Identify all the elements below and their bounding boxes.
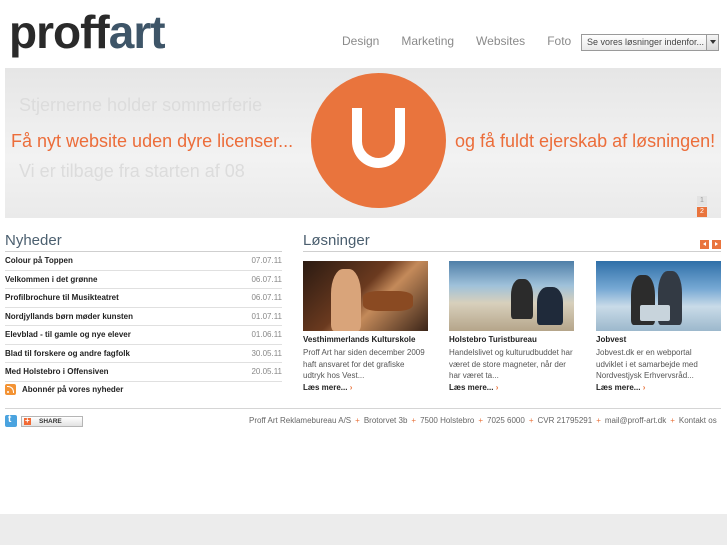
nav-item-websites[interactable]: Websites	[476, 34, 525, 48]
news-headline[interactable]: Colour på Toppen	[5, 256, 73, 265]
read-more-label: Læs mere...	[449, 382, 494, 392]
solution-card: Jobvest Jobvest.dk er en webportal udvik…	[596, 261, 721, 392]
news-item[interactable]: Blad til forskere og andre fagfolk 30.05…	[5, 345, 282, 363]
plus-icon	[24, 416, 31, 425]
news-item[interactable]: Colour på Toppen 07.07.11	[5, 252, 282, 271]
news-heading: Nyheder	[5, 232, 62, 249]
news-date: 01.06.11	[251, 330, 282, 340]
bullet-separator-icon: +	[670, 416, 675, 425]
twitter-icon[interactable]	[5, 414, 17, 427]
read-more-link[interactable]: Læs mere... ›	[303, 383, 428, 392]
share-label: SHARE	[39, 418, 62, 425]
subscribe-label: Abonnér på vores nyheder	[22, 385, 124, 394]
page: proffart Design Marketing Websites Foto …	[0, 0, 727, 545]
solution-desc-line: Handelslivet og kulturudbuddet har	[449, 348, 573, 357]
solution-image[interactable]	[449, 261, 574, 331]
solution-name: Holstebro Turistbureau	[449, 335, 537, 344]
news-headline[interactable]: Blad til forskere og andre fagfolk	[5, 349, 130, 358]
news-date: 06.07.11	[251, 293, 282, 303]
news-date: 06.07.11	[251, 274, 282, 284]
read-more-label: Læs mere...	[303, 382, 348, 392]
solutions-dropdown[interactable]: Se vores løsninger indenfor...	[581, 34, 719, 51]
footer-contact-link[interactable]: Kontakt os	[679, 416, 717, 425]
news-item[interactable]: Velkommen i det grønne 06.07.11	[5, 271, 282, 289]
slide-indicator-1[interactable]: 1	[697, 196, 707, 206]
read-more-link[interactable]: Læs mere... ›	[596, 383, 721, 392]
solutions-divider	[303, 251, 721, 252]
solution-desc-line: har været ta...	[449, 371, 499, 380]
footer-cvr: CVR 21795291	[537, 416, 593, 425]
logo[interactable]: proffart	[5, 0, 282, 62]
news-date: 20.05.11	[251, 367, 282, 377]
footer-email-link[interactable]: mail@proff-art.dk	[605, 416, 666, 425]
banner-headline-left: Få nyt website uden dyre licenser...	[11, 131, 294, 151]
logo-text-part2: art	[108, 6, 166, 58]
solutions-next-arrow-icon[interactable]	[712, 240, 721, 249]
umbraco-u-mark	[352, 108, 405, 168]
news-list: Colour på Toppen 07.07.11 Velkommen i de…	[5, 251, 282, 382]
chevron-down-icon[interactable]	[706, 35, 718, 50]
bullet-separator-icon: +	[478, 416, 483, 425]
footer-divider	[5, 408, 721, 409]
solution-card: Holstebro Turistbureau Handelslivet og k…	[449, 261, 574, 392]
solution-desc-line: Proff Art har siden december 2009	[303, 348, 425, 357]
solution-desc-line: Jobvest.dk er en webportal	[596, 348, 692, 357]
news-date: 30.05.11	[251, 348, 282, 358]
bullet-separator-icon: +	[355, 416, 360, 425]
solution-image[interactable]	[596, 261, 721, 331]
bullet-separator-icon: +	[411, 416, 417, 425]
footer-company: Proff Art Reklamebureau A/S	[249, 416, 352, 425]
footer-phone: 7025 6000	[487, 416, 525, 425]
footer-info: Proff Art Reklamebureau A/S + Brotorvet 3…	[249, 416, 717, 425]
solution-desc-line: haft ansvaret for det grafiske	[303, 359, 405, 369]
share-button[interactable]: SHARE	[21, 416, 83, 427]
news-headline[interactable]: Elevblad - til gamle og nye elever	[5, 330, 131, 339]
hero-banner[interactable]: Stjernerne holder sommerferie Vi er tilb…	[5, 68, 721, 218]
solutions-dropdown-value: Se vores løsninger indenfor...	[587, 37, 705, 47]
banner-ghost-text-2: Vi er tilbage fra starten af 08	[19, 161, 245, 181]
news-headline[interactable]: Profilbrochure til Musikteatret	[5, 293, 119, 302]
news-item[interactable]: Nordjyllands børn møder kunsten 01.07.11	[5, 308, 282, 326]
footer-address: Brotorvet 3b	[363, 416, 408, 425]
news-headline[interactable]: Nordjyllands børn møder kunsten	[5, 312, 133, 321]
solution-desc-line: udviklet i et samarbejde med	[596, 359, 698, 369]
solution-name: Vesthimmerlands Kulturskole	[303, 335, 416, 344]
arrow-right-icon: ›	[349, 382, 353, 392]
main-nav: Design Marketing Websites Foto	[342, 34, 593, 48]
read-more-label: Læs mere...	[596, 382, 641, 392]
logo-text-part1: proff	[9, 6, 110, 58]
solutions-heading: Løsninger	[303, 232, 370, 249]
nav-item-marketing[interactable]: Marketing	[401, 34, 454, 48]
news-item[interactable]: Elevblad - til gamle og nye elever 01.06…	[5, 326, 282, 345]
subscribe-link[interactable]: Abonnér på vores nyheder	[5, 384, 123, 395]
arrow-right-icon: ›	[642, 382, 646, 392]
umbraco-logo-icon	[311, 73, 446, 208]
solution-card: Vesthimmerlands Kulturskole Proff Art ha…	[303, 261, 428, 392]
news-date: 01.07.11	[251, 311, 282, 321]
solutions-prev-arrow-icon[interactable]	[700, 240, 709, 249]
logo-text: proffart	[9, 6, 166, 58]
read-more-link[interactable]: Læs mere... ›	[449, 383, 574, 392]
bullet-separator-icon: +	[596, 416, 601, 425]
solution-desc-line: været de store magneter, når der	[449, 359, 566, 369]
solution-image[interactable]	[303, 261, 428, 331]
bullet-separator-icon: +	[528, 416, 534, 425]
rss-icon	[5, 384, 16, 395]
nav-item-foto[interactable]: Foto	[547, 34, 571, 48]
solution-desc-line: Nordvestjysk Erhvervsråd...	[596, 371, 694, 380]
news-date: 07.07.11	[251, 256, 282, 266]
arrow-right-icon: ›	[495, 382, 499, 392]
news-item[interactable]: Profilbrochure til Musikteatret 06.07.11	[5, 289, 282, 308]
solution-name: Jobvest	[596, 335, 627, 344]
banner-headline-right: og få fuldt ejerskab af løsningen!	[455, 131, 716, 151]
bottom-band	[0, 514, 727, 545]
solution-desc-line: udtryk hos Vest...	[303, 371, 365, 380]
news-item[interactable]: Med Holstebro i Offensiven 20.05.11	[5, 363, 282, 382]
news-headline[interactable]: Velkommen i det grønne	[5, 275, 97, 284]
news-headline[interactable]: Med Holstebro i Offensiven	[5, 367, 109, 376]
nav-item-design[interactable]: Design	[342, 34, 379, 48]
slide-indicator-2[interactable]: 2	[697, 207, 707, 217]
footer-city: 7500 Holstebro	[420, 416, 475, 425]
banner-ghost-text-1: Stjernerne holder sommerferie	[19, 95, 263, 115]
